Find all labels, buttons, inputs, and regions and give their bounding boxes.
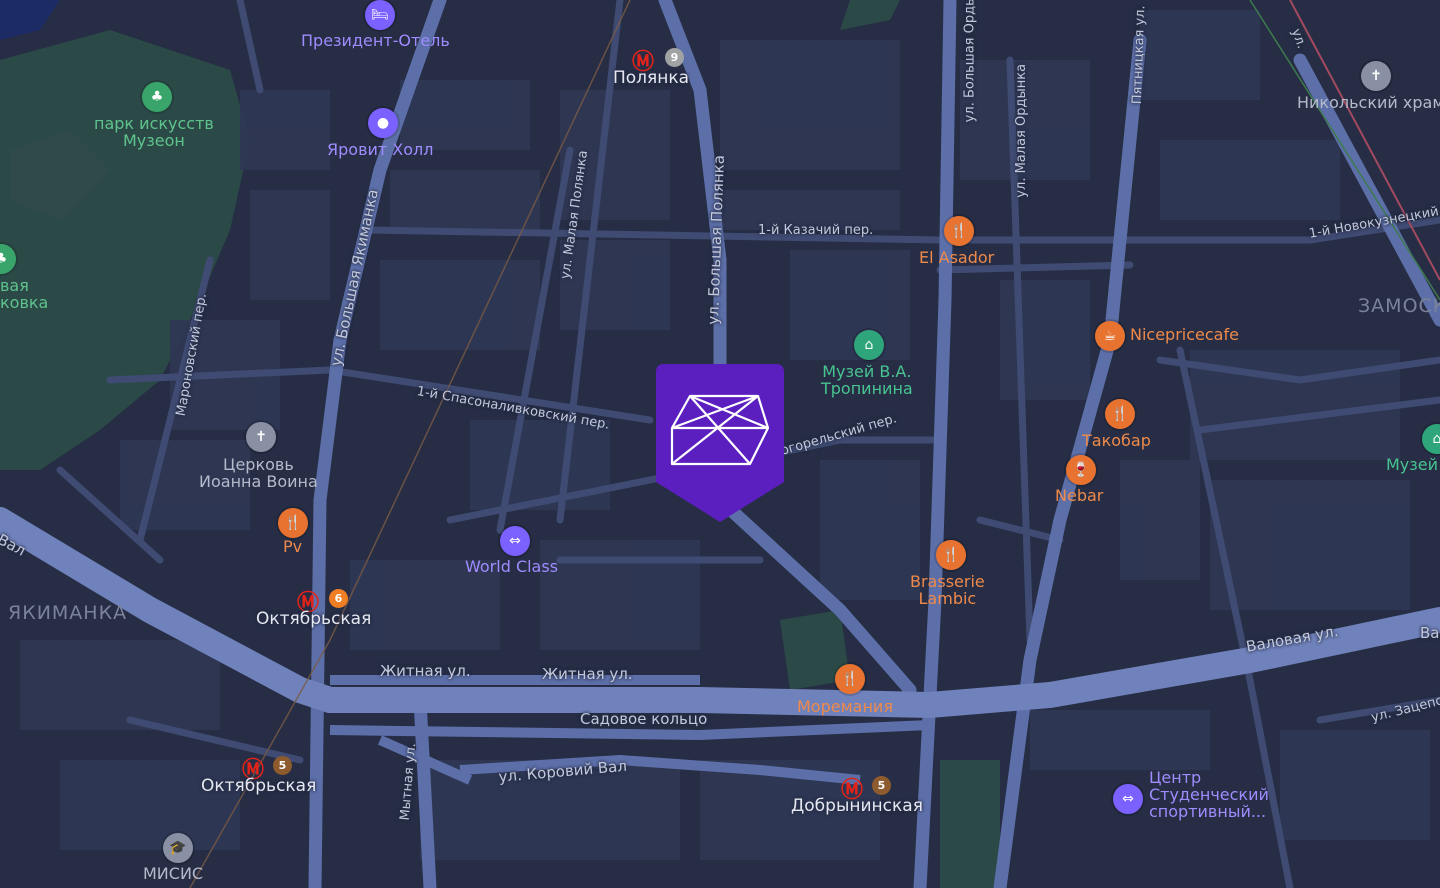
- street-label: 1-й Казачий пер.: [758, 223, 874, 238]
- map-canvas[interactable]: ул. Большая Якиманка Мароновский пер. ул…: [0, 0, 1440, 888]
- location-marker[interactable]: [656, 364, 784, 524]
- poi-label: МИСИС: [143, 864, 204, 883]
- poi-label: Такобар: [1082, 431, 1151, 450]
- fork-knife-icon: 🍴: [835, 664, 865, 694]
- graduation-cap-icon: 🎓: [163, 833, 193, 863]
- fork-knife-icon: 🍴: [944, 216, 974, 246]
- metro-station-label: Добрынинская: [791, 796, 923, 816]
- poi-label: Яровит Холл: [327, 140, 434, 159]
- poi-label: Pv: [283, 537, 303, 556]
- poi-label: El Asador: [919, 248, 995, 267]
- fork-knife-icon: 🍴: [936, 540, 966, 570]
- poi-label: Nebar: [1055, 486, 1104, 505]
- street-label: Пятницкая ул.: [1129, 5, 1149, 105]
- dumbbell-icon: ⇔: [1113, 784, 1143, 814]
- street-label: Житная ул.: [542, 665, 633, 683]
- street-label: Ва: [1420, 624, 1440, 642]
- poi-label: Церковь Иоанна Воина: [199, 455, 318, 491]
- poi-label: Brasserie Lambic: [910, 572, 985, 608]
- district-label: ЯКИМАНКА: [8, 602, 128, 624]
- fork-knife-icon: 🍴: [1105, 399, 1135, 429]
- poi-label: Музей: [1386, 455, 1439, 474]
- street-label: Садовое кольцо: [580, 710, 708, 728]
- street-label: Житная ул.: [380, 662, 471, 680]
- district-label: ЗАМОСКВОРЕЧЬЕ: [1358, 295, 1440, 317]
- metro-station-label: Октябрьская: [256, 609, 372, 629]
- poi-label: вая ковка: [0, 276, 49, 312]
- tree-icon: ♣: [142, 82, 172, 112]
- dumbbell-icon: ⇔: [500, 526, 530, 556]
- poi-label: Центр Студенческий спортивный...: [1149, 768, 1269, 821]
- cross-icon: ✝: [1361, 61, 1391, 91]
- street-label: ул. Большая Ордынка: [962, 0, 978, 123]
- fork-knife-icon: 🍴: [278, 508, 308, 538]
- bed-icon: 🛏: [365, 0, 395, 30]
- metro-station-label: Полянка: [613, 68, 690, 88]
- cup-icon: ☕: [1095, 321, 1125, 351]
- poi-label: Музей В.А. Тропинина: [821, 362, 913, 398]
- poi-label: Моремания: [797, 697, 893, 716]
- poi-label: парк искусств Музеон: [94, 114, 214, 150]
- poi-label: Никольский храм: [1297, 93, 1440, 112]
- poi-label: World Class: [465, 557, 559, 576]
- cross-icon: ✝: [246, 422, 276, 452]
- metro-line-badge: 9: [665, 48, 684, 67]
- metro-station-label: Октябрьская: [201, 776, 317, 796]
- metro-line-badge: 5: [273, 756, 292, 775]
- glass-icon: 🍷: [1066, 455, 1096, 485]
- circle-icon: ●: [368, 108, 398, 138]
- metro-line-badge: 6: [329, 589, 348, 608]
- poi-label: Nicepricecafe: [1130, 325, 1239, 344]
- museum-icon: ⌂: [854, 330, 884, 360]
- poi-label: Президент-Отель: [301, 31, 450, 50]
- street-label: ул. Малая Ордынка: [1014, 63, 1030, 198]
- metro-line-badge: 5: [872, 776, 891, 795]
